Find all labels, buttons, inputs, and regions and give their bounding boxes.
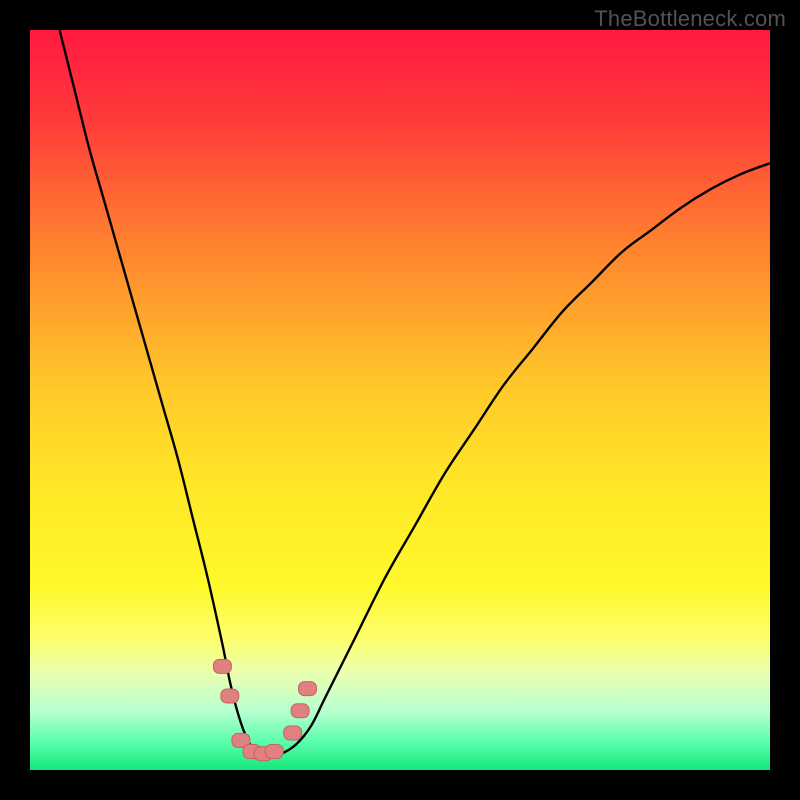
curve-marker	[213, 659, 231, 673]
chart-plot-area	[30, 30, 770, 770]
curve-marker	[284, 726, 302, 740]
chart-background	[30, 30, 770, 770]
chart-svg	[30, 30, 770, 770]
curve-marker	[299, 682, 317, 696]
curve-marker	[265, 745, 283, 759]
curve-marker	[221, 689, 239, 703]
watermark-text: TheBottleneck.com	[594, 6, 786, 32]
curve-marker	[291, 704, 309, 718]
chart-frame: TheBottleneck.com	[0, 0, 800, 800]
